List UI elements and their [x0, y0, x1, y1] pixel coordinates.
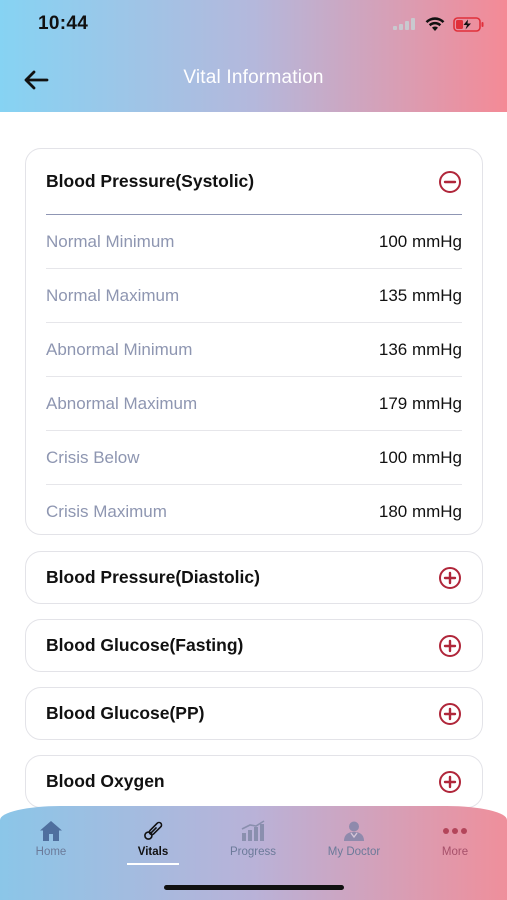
- threshold-row: Abnormal Minimum 136 mmHg: [46, 323, 462, 377]
- tab-label: Vitals: [137, 846, 169, 858]
- card-title: Blood Pressure(Systolic): [46, 171, 255, 191]
- vitals-list[interactable]: Blood Pressure(Systolic) Normal Minimum …: [0, 112, 507, 812]
- card-title: Blood Glucose(Fasting): [46, 635, 244, 655]
- tab-more[interactable]: More: [410, 820, 500, 858]
- threshold-row: Crisis Below 100 mmHg: [46, 431, 462, 485]
- threshold-row: Crisis Maximum 180 mmHg: [46, 485, 462, 539]
- collapse-minus-icon[interactable]: [438, 170, 462, 194]
- threshold-label: Normal Minimum: [46, 231, 175, 251]
- card-blood-pressure-systolic: Blood Pressure(Systolic) Normal Minimum …: [25, 148, 483, 535]
- threshold-value: 136 mmHg: [378, 339, 462, 359]
- active-tab-indicator: [127, 863, 179, 865]
- tab-label: My Doctor: [327, 846, 381, 858]
- home-icon: [40, 821, 62, 841]
- threshold-rows: Normal Minimum 100 mmHg Normal Maximum 1…: [26, 215, 482, 539]
- expand-plus-icon[interactable]: [438, 634, 462, 658]
- threshold-value: 100 mmHg: [378, 231, 462, 251]
- tab-progress[interactable]: Progress: [208, 820, 298, 858]
- threshold-label: Crisis Maximum: [46, 502, 167, 521]
- threshold-value: 180 mmHg: [378, 502, 462, 521]
- threshold-label: Abnormal Maximum: [46, 393, 198, 413]
- expand-plus-icon[interactable]: [438, 702, 462, 726]
- card-blood-glucose-pp[interactable]: Blood Glucose(PP): [25, 687, 483, 740]
- wifi-icon: [425, 16, 445, 31]
- card-header[interactable]: Blood Oxygen: [26, 756, 482, 807]
- threshold-label: Abnormal Minimum: [46, 339, 193, 359]
- more-dots-icon: [443, 828, 467, 834]
- tab-my-doctor[interactable]: My Doctor: [309, 820, 399, 858]
- threshold-row: Abnormal Maximum 179 mmHg: [46, 377, 462, 431]
- tab-label: Home: [35, 846, 67, 858]
- threshold-label: Crisis Below: [46, 447, 140, 467]
- card-title: Blood Oxygen: [46, 771, 165, 791]
- card-header-systolic[interactable]: Blood Pressure(Systolic): [46, 149, 462, 215]
- threshold-label: Normal Maximum: [46, 285, 180, 305]
- threshold-row: Normal Minimum 100 mmHg: [46, 215, 462, 269]
- expand-plus-icon[interactable]: [438, 770, 462, 794]
- expand-plus-icon[interactable]: [438, 566, 462, 590]
- card-blood-oxygen[interactable]: Blood Oxygen: [25, 755, 483, 808]
- signal-icon: [393, 18, 415, 30]
- status-icons: [393, 14, 485, 34]
- status-bar: 10:44: [0, 0, 507, 48]
- threshold-value: 179 mmHg: [378, 393, 462, 413]
- threshold-value: 135 mmHg: [378, 285, 462, 305]
- card-header[interactable]: Blood Pressure(Diastolic): [26, 552, 482, 603]
- doctor-icon: [344, 821, 364, 841]
- tab-label: More: [441, 846, 469, 858]
- card-header[interactable]: Blood Glucose(Fasting): [26, 620, 482, 671]
- thermometer-icon: [144, 821, 163, 840]
- card-title: Blood Pressure(Diastolic): [46, 567, 260, 587]
- header: 10:44 Vital Information: [0, 0, 507, 112]
- bar-chart-icon: [241, 820, 265, 841]
- status-time: 10:44: [38, 13, 89, 34]
- threshold-value: 100 mmHg: [378, 447, 462, 467]
- card-blood-glucose-fasting[interactable]: Blood Glucose(Fasting): [25, 619, 483, 672]
- home-indicator[interactable]: [164, 885, 344, 890]
- page-title: Vital Information: [183, 67, 324, 88]
- tab-home[interactable]: Home: [6, 820, 96, 858]
- threshold-row: Normal Maximum 135 mmHg: [46, 269, 462, 323]
- tab-label: Progress: [229, 846, 277, 858]
- card-header[interactable]: Blood Glucose(PP): [26, 688, 482, 739]
- card-blood-pressure-diastolic[interactable]: Blood Pressure(Diastolic): [25, 551, 483, 604]
- tab-vitals[interactable]: Vitals: [108, 820, 198, 865]
- battery-charging-icon: [453, 16, 484, 32]
- card-title: Blood Glucose(PP): [46, 703, 205, 723]
